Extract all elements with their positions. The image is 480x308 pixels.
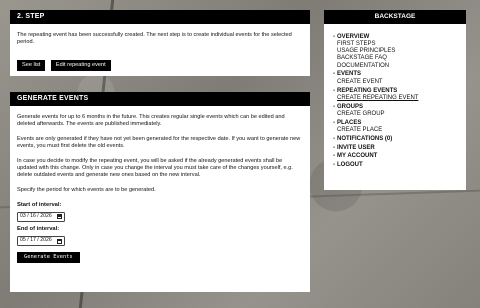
menu-item-usage-principles[interactable]: USAGE PRINCIPLES [333, 48, 466, 55]
menu-item-documentation[interactable]: DOCUMENTATION [333, 63, 466, 70]
end-interval-label: End of interval: [17, 225, 60, 232]
edit-repeating-event-button[interactable]: Edit repeating event [50, 60, 111, 72]
menu-section-overview[interactable]: - OVERVIEW [333, 34, 466, 41]
menu-item-create-event[interactable]: CREATE EVENT [333, 79, 466, 86]
generate-events-button[interactable]: Generate Events [17, 252, 80, 264]
menu-item-create-place[interactable]: CREATE PLACE [333, 127, 466, 134]
menu-item-create-repeating-event[interactable]: CREATE REPEATING EVENT [333, 95, 466, 102]
calendar-icon[interactable] [57, 214, 62, 220]
backstage-menu-panel: BACKSTAGE - OVERVIEW FIRST STEPS USAGE PR… [324, 10, 466, 190]
menu-section-groups[interactable]: - GROUPS [333, 104, 466, 111]
menu-item-first-steps[interactable]: FIRST STEPS [333, 41, 466, 48]
info-paragraph: In case you decide to modify the repeati… [17, 157, 293, 179]
menu-section-my-account[interactable]: - MY ACCOUNT [333, 153, 466, 160]
backstage-menu: - OVERVIEW FIRST STEPS USAGE PRINCIPLES B… [324, 24, 466, 170]
step-success-message: The repeating event has been successfull… [17, 32, 292, 46]
step-panel-title: 2. STEP [10, 10, 310, 24]
menu-section-repeating-events[interactable]: - REPEATING EVENTS [333, 88, 466, 95]
end-date-value: 05 / 17 / 2026 [20, 237, 52, 244]
menu-section-events[interactable]: - EVENTS [333, 71, 466, 78]
info-paragraph: Specify the period for which events are … [17, 186, 156, 193]
step-panel: 2. STEP The repeating event has been suc… [10, 10, 310, 76]
info-paragraph: Generate events for up to 6 months in th… [17, 114, 285, 128]
start-interval-label: Start of interval: [17, 201, 62, 208]
menu-item-backstage-faq[interactable]: BACKSTAGE FAQ [333, 55, 466, 62]
start-date-value: 03 / 16 / 2026 [20, 213, 52, 220]
menu-section-logout[interactable]: - LOGOUT [333, 162, 466, 169]
info-paragraph: Events are only generated if they have n… [17, 135, 301, 150]
backstage-title: BACKSTAGE [324, 10, 466, 24]
generate-events-panel: GENERATE EVENTS Generate events for up t… [10, 92, 310, 292]
see-list-button[interactable]: See list [17, 60, 46, 72]
start-date-input[interactable]: 03 / 16 / 2026 [17, 211, 65, 222]
generate-events-title: GENERATE EVENTS [10, 92, 310, 106]
menu-section-invite-user[interactable]: - INVITE USER [333, 145, 466, 152]
menu-section-places[interactable]: - PLACES [333, 120, 466, 127]
menu-section-notifications[interactable]: - NOTIFICATIONS (0) [333, 136, 466, 143]
menu-item-create-group[interactable]: CREATE GROUP [333, 111, 466, 118]
end-date-input[interactable]: 05 / 17 / 2026 [17, 236, 65, 247]
calendar-icon[interactable] [57, 238, 62, 244]
